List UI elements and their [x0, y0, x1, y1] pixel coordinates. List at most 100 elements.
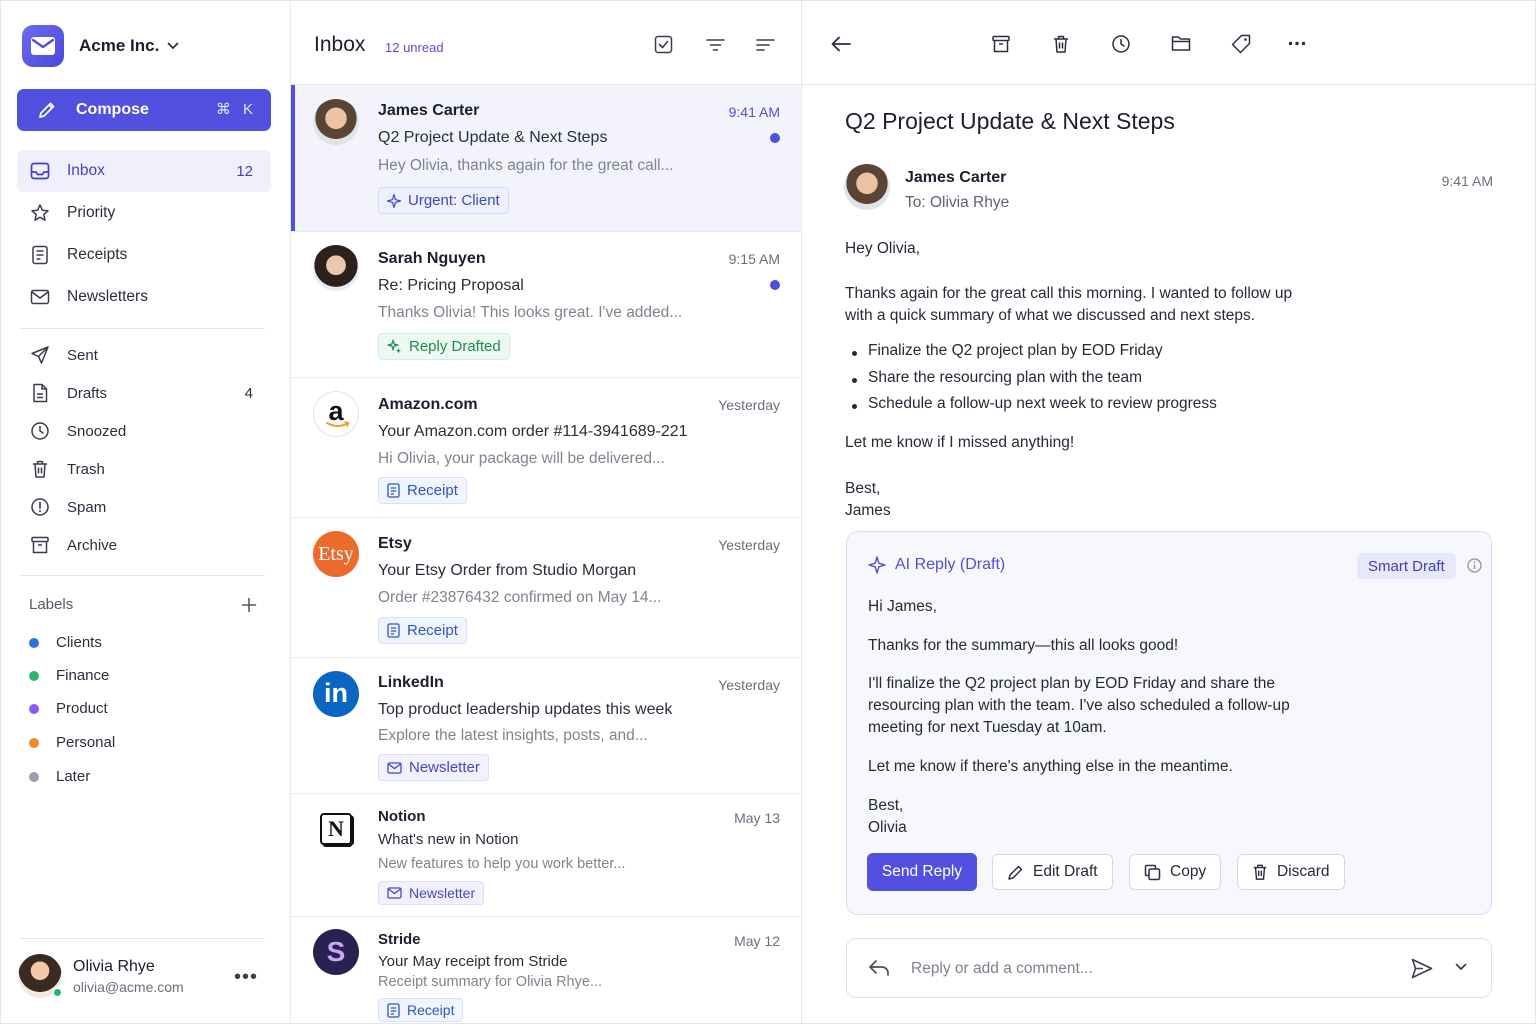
pencil-icon	[39, 102, 55, 118]
tag-receipt[interactable]: Receipt	[378, 617, 467, 644]
message-time: May 12	[734, 933, 780, 949]
label-personal[interactable]: Personal	[29, 734, 115, 751]
email-line: with a quick summary of what we discusse…	[845, 307, 1256, 324]
select-checkbox-icon[interactable]	[654, 35, 673, 54]
edit-draft-button[interactable]: Edit Draft	[992, 854, 1113, 890]
trash-icon[interactable]	[1052, 34, 1070, 54]
more-icon[interactable]: •••	[234, 966, 258, 989]
label-later[interactable]: Later	[29, 768, 90, 785]
message-time: May 13	[734, 810, 780, 826]
reply-input[interactable]	[911, 957, 1381, 981]
file-icon	[30, 383, 50, 403]
button-label: Copy	[1170, 863, 1207, 880]
nav-item-newsletters[interactable]: Newsletters	[17, 276, 271, 318]
user-profile[interactable]: Olivia Rhye olivia@acme.com •••	[18, 954, 268, 998]
avatar	[313, 245, 359, 291]
list-item[interactable]: N Notion May 13 What's new in Notion New…	[291, 794, 801, 917]
tag-receipt[interactable]: Receipt	[378, 477, 467, 504]
compose-label: Compose	[76, 101, 149, 118]
nav-item-trash[interactable]: Trash	[17, 450, 271, 488]
message-time: Yesterday	[718, 537, 780, 553]
discard-button[interactable]: Discard	[1237, 854, 1345, 890]
label-color-dot	[29, 771, 39, 782]
send-icon[interactable]	[1411, 958, 1433, 979]
list-item[interactable]: a Amazon.com Yesterday Your Amazon.com o…	[291, 378, 801, 518]
tag-newsletter[interactable]: Newsletter	[378, 754, 489, 781]
message-sender: James Carter	[378, 102, 480, 119]
tag-newsletter[interactable]: Newsletter	[378, 881, 485, 905]
send-reply-button[interactable]: Send Reply	[867, 853, 977, 891]
nav-item-drafts[interactable]: Drafts 4	[17, 374, 271, 412]
more-icon[interactable]	[1288, 41, 1306, 46]
plus-icon[interactable]	[241, 597, 257, 613]
nav-label: Drafts	[67, 384, 108, 402]
tag-reply-drafted[interactable]: Reply Drafted	[378, 333, 510, 360]
info-icon[interactable]	[1467, 558, 1482, 573]
nav-item-archive[interactable]: Archive	[17, 526, 271, 564]
user-email: olivia@acme.com	[73, 978, 184, 995]
message-time: Yesterday	[718, 677, 780, 693]
label-finance[interactable]: Finance	[29, 667, 109, 684]
label-clients[interactable]: Clients	[29, 634, 102, 651]
recipient: To: Olivia Rhye	[905, 194, 1010, 211]
tag-urgent-client[interactable]: Urgent: Client	[378, 187, 509, 214]
stride-logo-icon: S	[313, 929, 359, 975]
sender-name[interactable]: James Carter	[905, 169, 1006, 187]
list-item[interactable]: S Stride May 12 Your May receipt from St…	[291, 917, 801, 1023]
amazon-logo-icon: a	[313, 391, 359, 437]
nav-item-inbox[interactable]: Inbox 12	[17, 150, 271, 192]
notion-logo-icon: N	[313, 806, 359, 852]
button-label: Discard	[1277, 863, 1330, 880]
logo-letter: S	[326, 936, 346, 967]
chevron-down-icon[interactable]	[1455, 963, 1467, 971]
user-divider	[19, 938, 265, 939]
message-sender: Sarah Nguyen	[378, 250, 486, 267]
message-preview: New features to help you work better...	[378, 856, 626, 872]
archive-icon	[30, 535, 50, 555]
sort-icon[interactable]	[756, 38, 775, 52]
nav-label: Newsletters	[67, 288, 148, 305]
list-item[interactable]: Sarah Nguyen 9:15 AM Re: Pricing Proposa…	[291, 232, 801, 378]
nav-item-snoozed[interactable]: Snoozed	[17, 412, 271, 450]
email-signature: James	[845, 502, 891, 519]
label-product[interactable]: Product	[29, 700, 108, 717]
list-item[interactable]: Etsy Etsy Yesterday Your Etsy Order from…	[291, 518, 801, 658]
sparkle-icon	[868, 556, 886, 574]
linkedin-logo-icon: in	[313, 671, 359, 717]
nav-label: Spam	[67, 498, 107, 516]
nav-label: Trash	[67, 460, 105, 478]
avatar	[313, 99, 359, 145]
unread-count: 12 unread	[385, 40, 444, 55]
archive-icon[interactable]	[991, 34, 1011, 54]
receipt-icon	[387, 483, 400, 498]
tag-receipt[interactable]: Receipt	[378, 998, 464, 1022]
ai-reply-title: AI Reply (Draft)	[868, 556, 1005, 574]
nav-item-spam[interactable]: Spam	[17, 488, 271, 526]
filter-icon[interactable]	[706, 38, 725, 52]
clock-icon[interactable]	[1111, 34, 1131, 54]
folder-icon[interactable]	[1171, 34, 1191, 52]
nav-item-receipts[interactable]: Receipts	[17, 234, 271, 276]
reply-arrow-icon[interactable]	[868, 959, 890, 977]
nav-label: Archive	[67, 536, 118, 554]
workspace-switcher[interactable]: Acme Inc.	[22, 25, 179, 67]
envelope-icon	[30, 287, 50, 307]
message-subject: Your Etsy Order from Studio Morgan	[378, 562, 637, 579]
ai-greeting: Hi James,	[868, 598, 937, 615]
tag-icon[interactable]	[1231, 34, 1251, 54]
nav-item-sent[interactable]: Sent	[17, 336, 271, 374]
online-status-icon	[52, 987, 63, 998]
label-color-dot	[29, 637, 39, 648]
compose-button[interactable]: Compose ⌘ K	[17, 89, 271, 131]
message-preview: Order #23876432 confirmed on May 14...	[378, 589, 662, 606]
list-item[interactable]: James Carter 9:41 AM Q2 Project Update &…	[291, 85, 801, 232]
list-item[interactable]: in LinkedIn Yesterday Top product leader…	[291, 658, 801, 794]
email-paragraph: Thanks again for the great call this mor…	[845, 283, 1292, 327]
nav-item-priority[interactable]: Priority	[17, 192, 271, 234]
back-arrow-icon[interactable]	[831, 36, 851, 52]
copy-button[interactable]: Copy	[1129, 854, 1222, 890]
message-time: 9:15 AM	[728, 251, 780, 267]
message-subject: Top product leadership updates this week	[378, 701, 673, 718]
list-header: Inbox 12 unread	[291, 1, 801, 85]
tag-label: Newsletter	[409, 885, 476, 901]
